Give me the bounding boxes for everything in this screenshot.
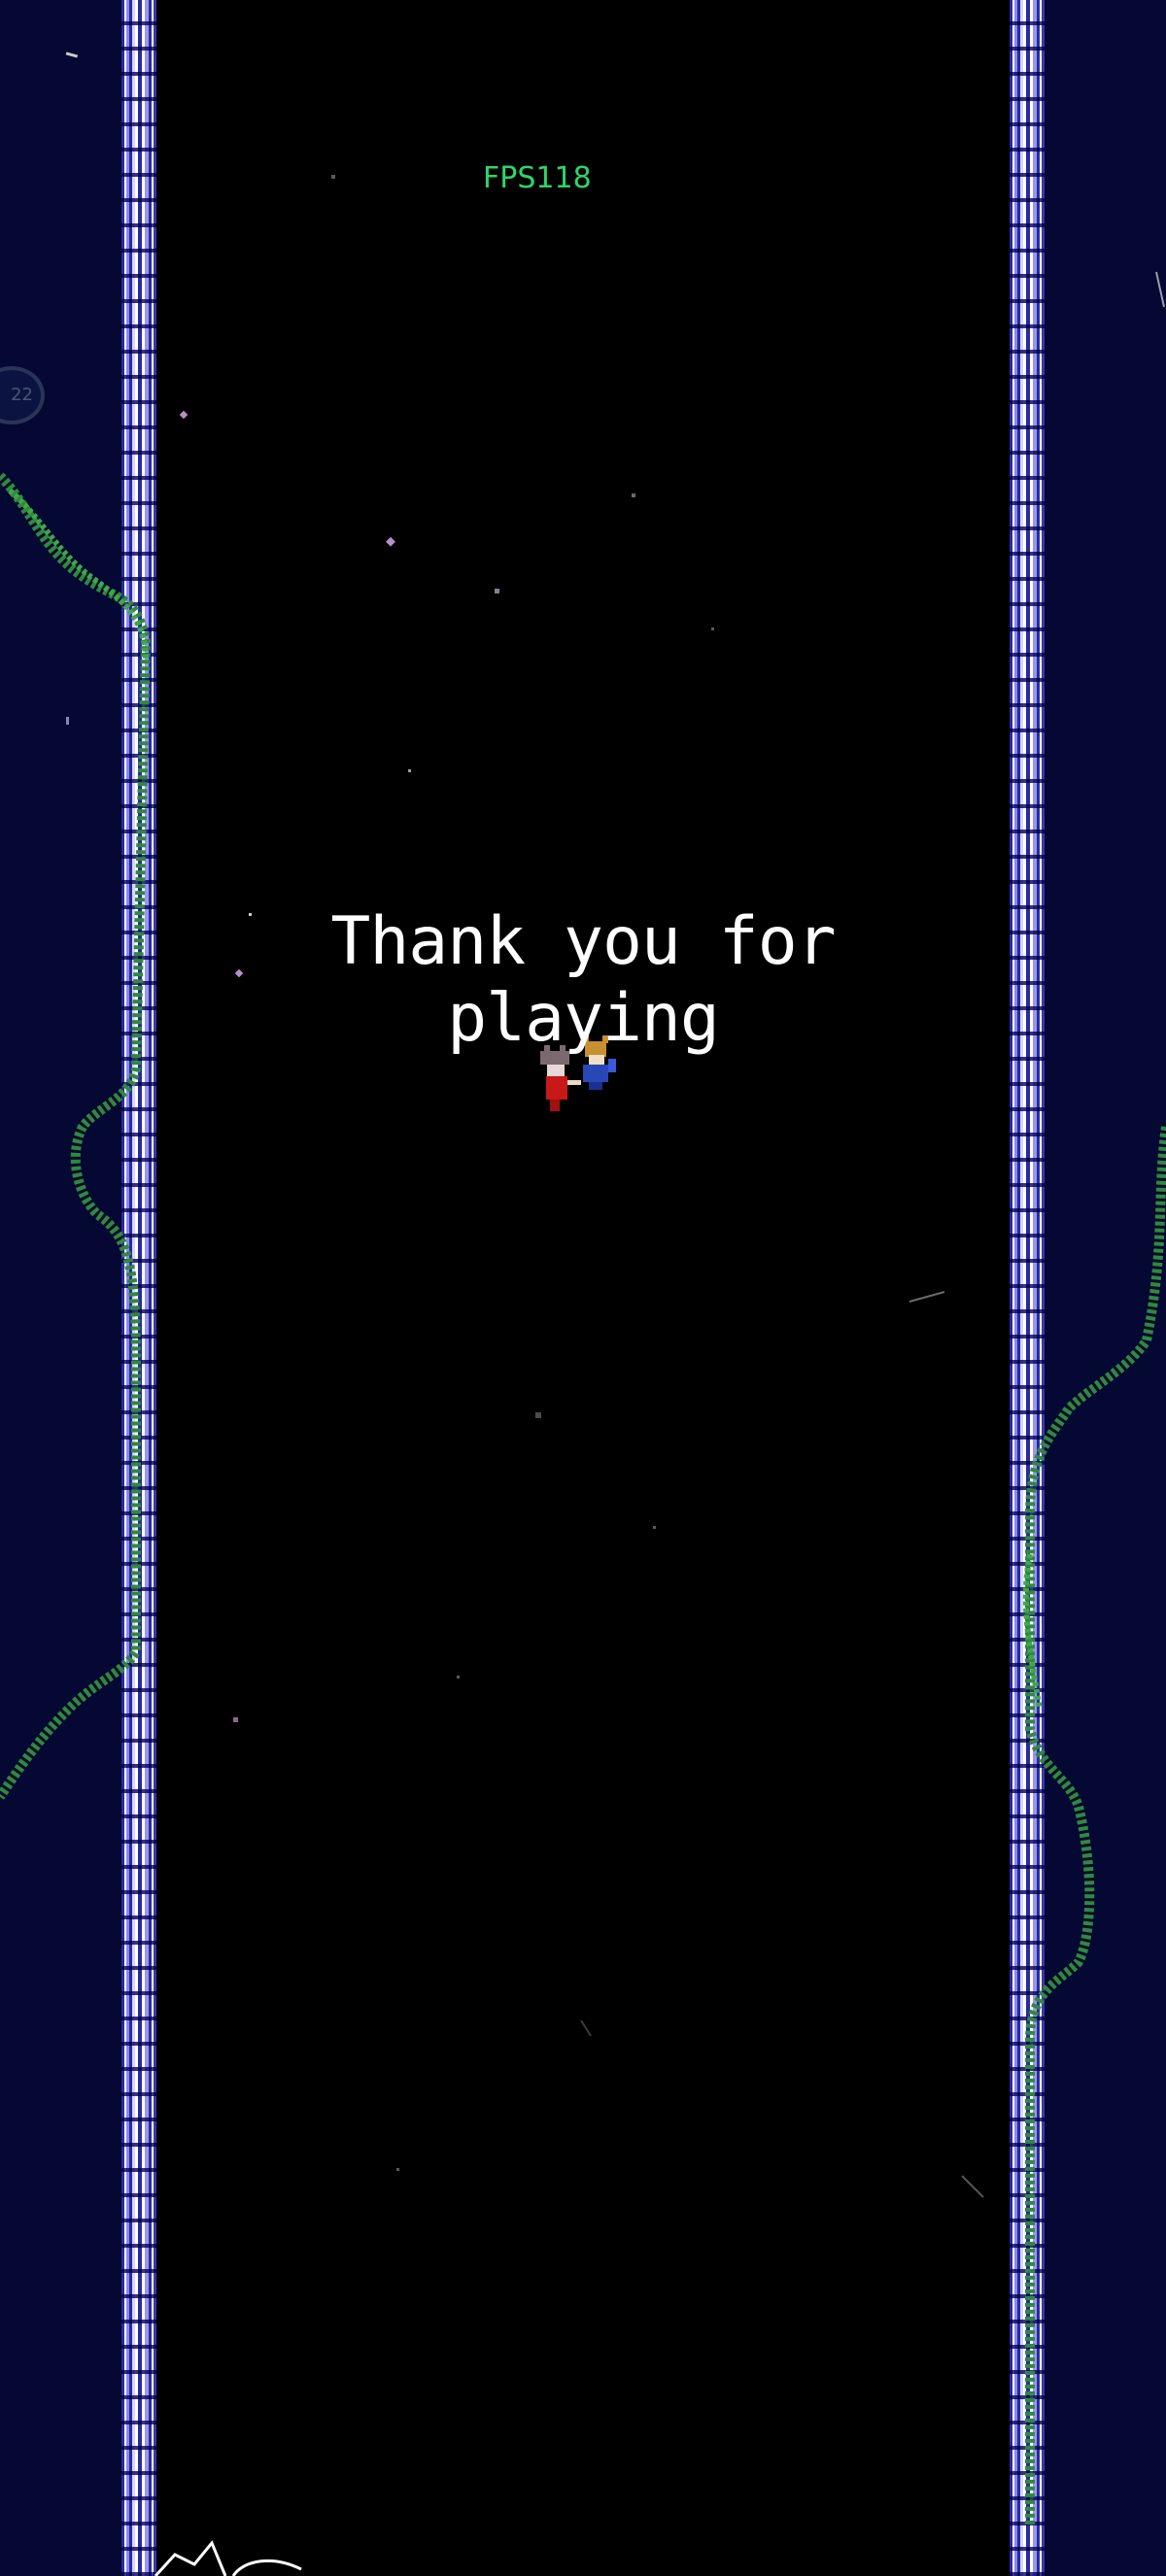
fps-counter: FPS118 <box>483 161 592 195</box>
thank-you-message: Thank you for playing <box>330 903 836 1057</box>
right-vine <box>1022 1126 1166 2525</box>
bottom-outline-sprite <box>154 2540 302 2576</box>
left-vine <box>0 472 152 1800</box>
game-screen: 22 FPS118 Thank you for playing <box>0 0 1166 2576</box>
starfield <box>65 51 1165 2198</box>
scene-decorations <box>0 51 1166 2576</box>
